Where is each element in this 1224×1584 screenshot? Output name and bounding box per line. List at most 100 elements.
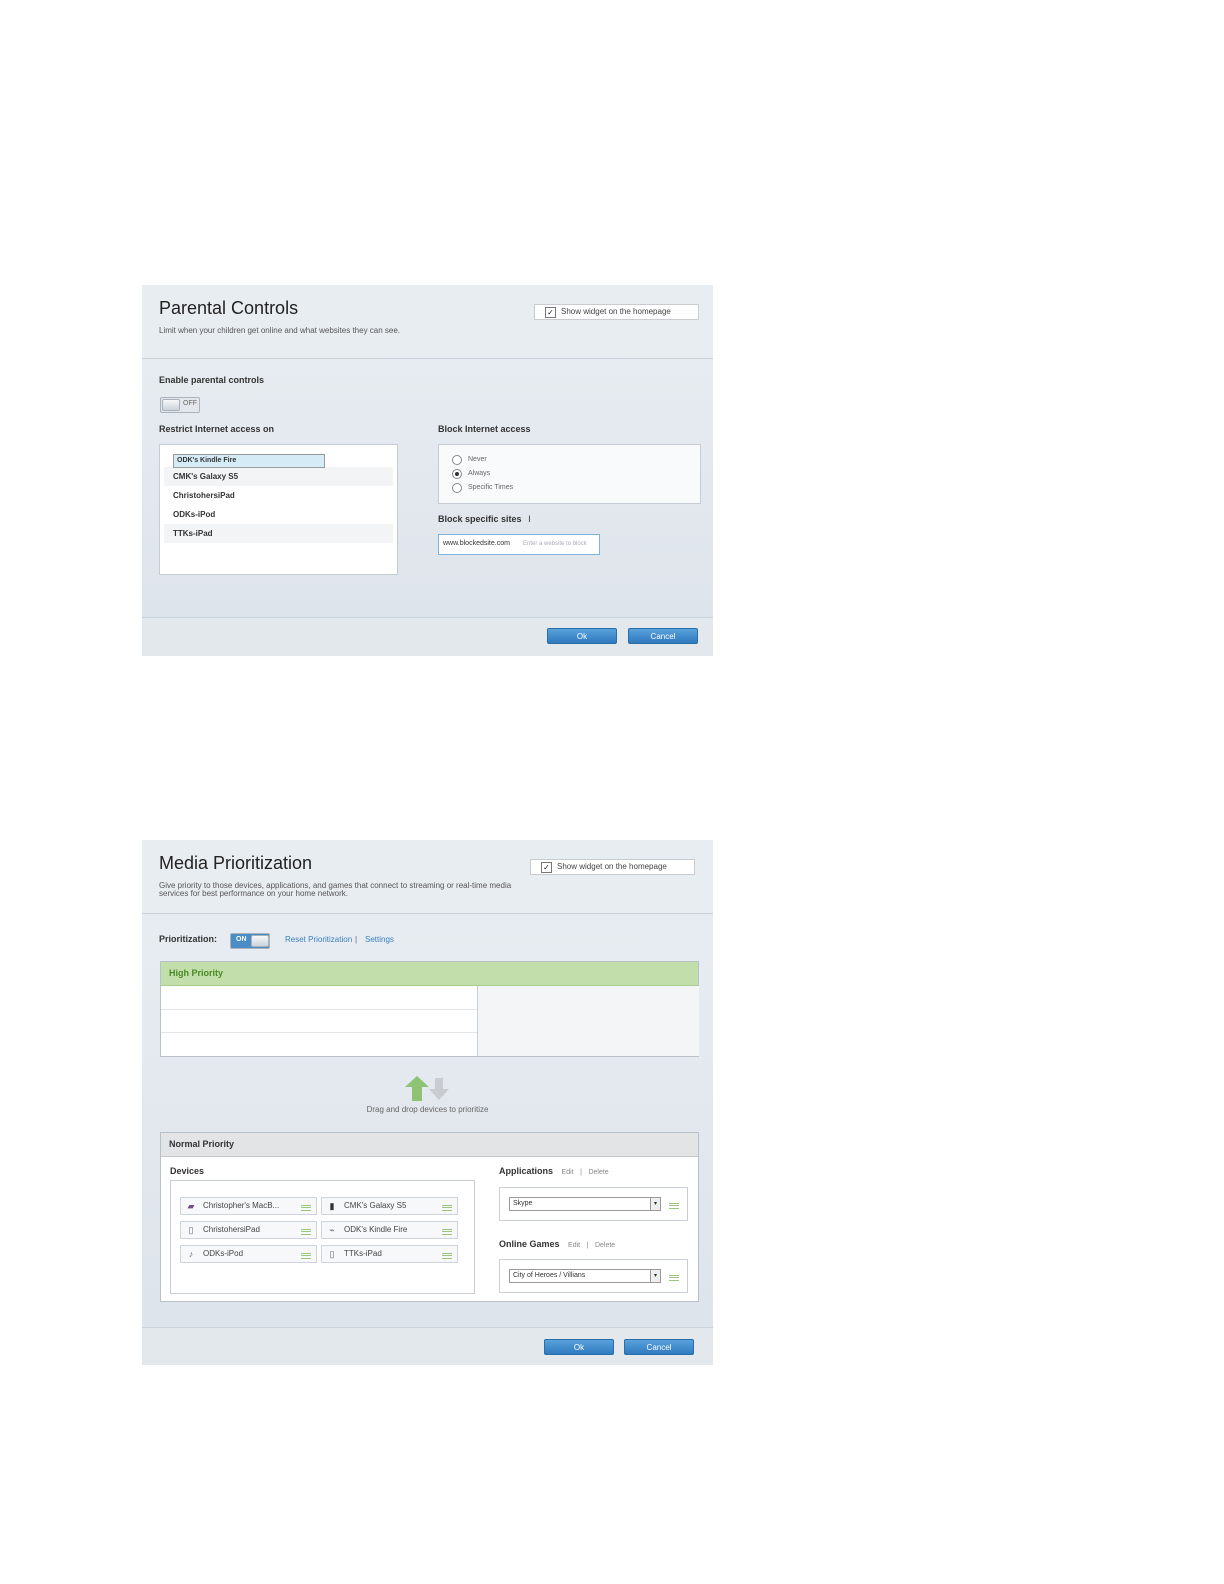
applications-label: Applications [499,1166,554,1176]
drag-handle-icon[interactable] [301,1253,311,1259]
page-title: Parental Controls [159,298,299,318]
parental-controls-toggle[interactable]: OFF [160,397,200,413]
restrict-access-label: Restrict Internet access on [159,424,275,434]
block-sites-text: Block specific sites [438,514,522,524]
page-subtitle: Limit when your children get online and … [159,326,401,335]
link-separator: | [586,1242,589,1249]
toggle-state: OFF [183,400,197,407]
block-internet-access-label: Block Internet access [438,424,531,434]
radio-checked-icon [452,469,462,479]
block-sites-label: Block specific sites I [438,514,531,524]
drag-hint: Drag and drop devices to prioritize [366,1105,489,1114]
block-site-placeholder: Enter a website to block [523,541,587,547]
checkbox-checked-icon: ✓ [541,862,552,873]
device-chip[interactable]: ▰ Christopher's MacB... [180,1197,317,1215]
tablet-icon: ▯ [188,1225,194,1235]
chevron-down-icon[interactable]: ▾ [650,1198,660,1210]
cancel-button[interactable]: Cancel [628,628,698,644]
ok-button[interactable]: Ok [544,1339,614,1355]
drag-handle-icon[interactable] [301,1205,311,1211]
page-title: Media Prioritization [159,853,313,873]
show-widget-checkbox[interactable]: ✓ Show widget on the homepage [530,859,695,875]
parental-controls-dialog: × Parental Controls Limit when your chil… [142,285,713,656]
show-widget-label: Show widget on the homepage [561,307,671,316]
radio-label: Always [468,470,491,477]
applications-edit-link[interactable]: Edit [562,1169,574,1176]
drag-handle-icon[interactable] [442,1229,452,1235]
link-separator: | [355,935,358,944]
applications-box: Skype ▾ [499,1187,688,1221]
media-prioritization-dialog: × Media Prioritization Give priority to … [142,840,713,1365]
radio-specific-times[interactable]: Specific Times [452,483,513,493]
checkbox-checked-icon: ✓ [545,307,556,318]
device-name: ChristohersiPad [203,1225,260,1234]
toggle-knob [251,935,269,947]
device-list: Christopher's MacBook Air CMK's Galaxy S… [159,444,398,575]
applications-delete-link[interactable]: Delete [588,1169,608,1176]
high-priority-right-area [477,986,699,1056]
normal-priority-panel: Normal Priority Devices ▰ Christopher's … [160,1132,699,1302]
drag-handle-icon[interactable] [669,1275,679,1281]
online-games-label: Online Games [499,1239,560,1249]
dialog-footer: Ok Cancel [142,617,713,656]
radio-always[interactable]: Always [452,469,490,479]
device-name: ODKs-iPod [203,1249,244,1258]
device-chip[interactable]: ▯ ChristohersiPad [180,1221,317,1239]
device-list-item[interactable]: TTKs-iPad [164,524,393,543]
info-icon[interactable]: I [528,514,531,524]
drag-handle-icon[interactable] [301,1229,311,1235]
online-games-header: Online Games Edit | Delete [499,1239,615,1249]
online-games-box: City of Heroes / Villians ▾ [499,1259,688,1293]
device-chip[interactable]: ▯ TTKs-iPad [321,1245,458,1263]
device-list-item[interactable]: ODKs-iPod [164,505,393,524]
normal-priority-header: Normal Priority [161,1133,698,1157]
blocked-site-value: www.blockedsite.com [443,540,510,547]
chevron-down-icon[interactable]: ▾ [650,1270,660,1282]
radio-icon [452,455,462,465]
drag-arrows-icon [405,1076,449,1101]
ok-button[interactable]: Ok [547,628,617,644]
radio-label: Never [468,456,487,463]
device-list-item[interactable]: ChristohersiPad [164,486,393,505]
dialog-header: Media Prioritization Give priority to th… [142,840,713,914]
devices-label: Devices [170,1166,205,1176]
devices-box: ▰ Christopher's MacB... ▮ CMK's Galaxy S… [170,1180,475,1294]
device-name: CMK's Galaxy S5 [344,1201,407,1210]
games-delete-link[interactable]: Delete [595,1242,615,1249]
radio-label: Specific Times [468,484,514,491]
tablet-icon: ▯ [329,1249,335,1259]
kindle-icon: ⌁ [329,1225,335,1235]
laptop-icon: ▰ [187,1201,195,1211]
device-name: TTKs-iPad [344,1249,382,1258]
drag-handle-icon[interactable] [442,1253,452,1259]
prioritization-label: Prioritization: [159,934,217,944]
toggle-knob [162,399,180,411]
dialog-footer: Ok Cancel [142,1327,713,1365]
radio-never[interactable]: Never [452,455,487,465]
device-list-item[interactable]: CMK's Galaxy S5 [164,467,393,486]
cancel-button[interactable]: Cancel [624,1339,694,1355]
show-widget-label: Show widget on the homepage [557,862,667,871]
games-edit-link[interactable]: Edit [568,1242,580,1249]
settings-link[interactable]: Settings [365,935,394,944]
show-widget-checkbox[interactable]: ✓ Show widget on the homepage [534,304,699,320]
device-chip[interactable]: ▮ CMK's Galaxy S5 [321,1197,458,1215]
dialog-header: Parental Controls Limit when your childr… [142,285,713,359]
divider [161,1032,477,1033]
device-chip[interactable]: ⌁ ODK's Kindle Fire [321,1221,458,1239]
prioritization-toggle[interactable]: ON [230,933,270,949]
ipod-icon: ♪ [188,1249,194,1259]
block-site-input[interactable]: www.blockedsite.com Enter a website to b… [438,534,600,555]
divider [161,1009,477,1010]
block-access-options: Never Always Specific Times [438,444,701,504]
high-priority-panel: High Priority [160,961,699,1057]
application-select[interactable]: Skype ▾ [509,1197,661,1211]
online-game-select[interactable]: City of Heroes / Villians ▾ [509,1269,661,1283]
phone-icon: ▮ [329,1201,335,1211]
drag-handle-icon[interactable] [669,1203,679,1209]
drag-handle-icon[interactable] [442,1205,452,1211]
page-subtitle-line2: services for best performance on your ho… [159,889,348,898]
device-list-item-selected[interactable]: ODK's Kindle Fire [173,454,325,468]
device-chip[interactable]: ♪ ODKs-iPod [180,1245,317,1263]
reset-prioritization-link[interactable]: Reset Prioritization [285,935,352,944]
